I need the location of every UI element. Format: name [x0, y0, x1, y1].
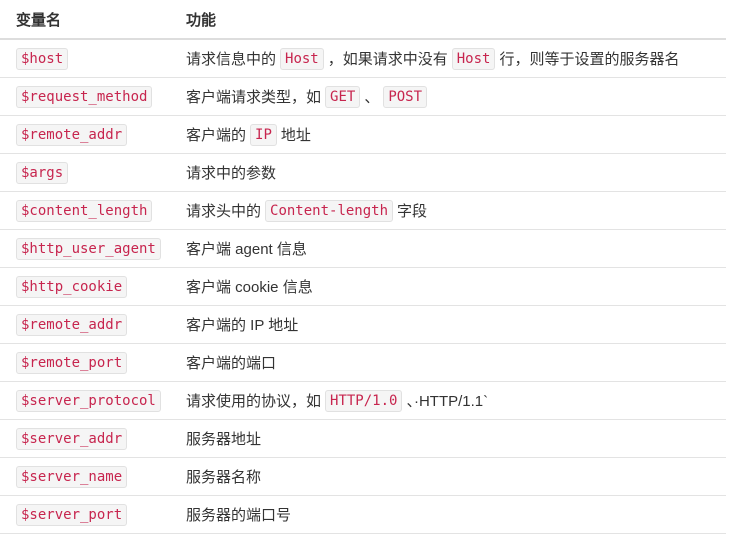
description-cell: 客户端 agent 信息 — [186, 238, 726, 259]
description-text: 客户端的 — [186, 127, 247, 144]
table-row: $server_addr 服务器地址 — [0, 420, 726, 458]
variable-code: $server_port — [16, 503, 128, 526]
variable-cell: $server_name — [0, 465, 186, 488]
description-cell: 请求头中的 Content-length 字段 — [186, 199, 726, 222]
description-cell: 请求信息中的 Host ，如果请求中没有 Host 行，则等于设置的服务器名 — [186, 47, 726, 70]
description-text: 服务器的端口号 — [186, 507, 292, 524]
table-row: $http_user_agent 客户端 agent 信息 — [0, 230, 726, 268]
variable-code: $http_user_agent — [16, 237, 161, 260]
variable-cell: $server_protocol — [0, 389, 186, 412]
variable-cell: $remote_addr — [0, 313, 186, 336]
variable-code: $request_method — [16, 85, 153, 108]
inline-code: Content-length — [265, 199, 394, 222]
description-cell: 客户端的 IP 地址 — [186, 123, 726, 146]
description-text: 客户端请求类型，如 — [186, 89, 322, 106]
header-variable-name: 变量名 — [16, 11, 62, 29]
variable-cell: $server_addr — [0, 427, 186, 450]
inline-code: Host — [451, 47, 496, 70]
variable-cell: $server_port — [0, 503, 186, 526]
header-function: 功能 — [186, 11, 217, 29]
table-header: 变量名 功能 — [0, 0, 726, 40]
description-text: 请求信息中的 — [186, 51, 277, 68]
description-cell: 客户端 cookie 信息 — [186, 276, 726, 297]
description-text: 客户端 cookie 信息 — [186, 279, 313, 296]
variable-cell: $host — [0, 47, 186, 70]
inline-code: Host — [280, 47, 324, 70]
description-text: 字段 — [397, 203, 428, 220]
description-cell: 请求中的参数 — [186, 162, 726, 183]
variable-cell: $request_method — [0, 85, 186, 108]
table-row: $args 请求中的参数 — [0, 154, 726, 192]
variable-cell: $remote_port — [0, 351, 186, 374]
inline-code: IP — [250, 123, 277, 146]
variable-code: $host — [16, 47, 69, 70]
table-row: $remote_addr 客户端的 IP 地址 — [0, 116, 726, 154]
variable-code: $server_name — [16, 465, 128, 488]
table-row: $remote_port 客户端的端口 — [0, 344, 726, 382]
description-cell: 客户端请求类型，如 GET、 POST — [186, 85, 726, 108]
variable-code: $http_cookie — [16, 275, 128, 298]
description-cell: 客户端的端口 — [186, 352, 726, 373]
variable-code: $remote_addr — [16, 123, 128, 146]
variable-cell: $remote_addr — [0, 123, 186, 146]
variable-cell: $content_length — [0, 199, 186, 222]
variable-cell: $http_user_agent — [0, 237, 186, 260]
variable-code: $remote_addr — [16, 313, 128, 336]
description-text: 请求头中的 — [186, 203, 262, 220]
table-body: $host 请求信息中的 Host ，如果请求中没有 Host 行，则等于设置的服务器名 $… — [0, 40, 726, 534]
description-text: 请求中的参数 — [186, 165, 277, 182]
variable-code: $server_protocol — [16, 389, 161, 412]
description-text: 地址 — [280, 127, 311, 144]
table-row: $remote_addr 客户端的 IP 地址 — [0, 306, 726, 344]
description-text: 请求使用的协议，如 — [186, 393, 322, 410]
variable-code: $remote_port — [16, 351, 128, 374]
table-row: $content_length 请求头中的 Content-length 字段 — [0, 192, 726, 230]
table-row: $host 请求信息中的 Host ，如果请求中没有 Host 行，则等于设置的服务器名 — [0, 40, 726, 78]
table-row: $request_method 客户端请求类型，如 GET、 POST — [0, 78, 726, 116]
description-text: 客户端 agent 信息 — [186, 241, 307, 258]
description-text: ，如果请求中没有 — [327, 51, 448, 68]
variable-cell: $args — [0, 161, 186, 184]
variable-code: $content_length — [16, 199, 153, 222]
description-cell: 请求使用的协议，如 HTTP/1.0 、·HTTP/1.1` — [186, 389, 726, 412]
variable-code: $args — [16, 161, 69, 184]
description-cell: 服务器的端口号 — [186, 504, 726, 525]
description-text: 、·HTTP/1.1` — [406, 393, 489, 410]
inline-code: HTTP/1.0 — [325, 389, 403, 412]
description-text: 客户端的端口 — [186, 355, 277, 372]
description-text: 服务器地址 — [186, 431, 262, 448]
inline-code: GET — [325, 85, 361, 108]
variable-code: $server_addr — [16, 427, 128, 450]
inline-code: POST — [383, 85, 428, 108]
table-row: $server_name 服务器名称 — [0, 458, 726, 496]
table-row: $http_cookie 客户端 cookie 信息 — [0, 268, 726, 306]
table-row: $server_protocol 请求使用的协议，如 HTTP/1.0 、·HTTP/… — [0, 382, 726, 420]
description-text: 行，则等于设置的服务器名 — [499, 51, 680, 68]
description-text: 服务器名称 — [186, 469, 262, 486]
table-row: $server_port 服务器的端口号 — [0, 496, 726, 534]
description-cell: 服务器名称 — [186, 466, 726, 487]
description-cell: 客户端的 IP 地址 — [186, 314, 726, 335]
variable-cell: $http_cookie — [0, 275, 186, 298]
description-text: 客户端的 IP 地址 — [186, 317, 299, 334]
description-cell: 服务器地址 — [186, 428, 726, 449]
nginx-variables-table: 变量名 功能 $host 请求信息中的 Host ，如果请求中没有 Host 行，则等于设… — [0, 0, 726, 534]
description-text: 、 — [364, 89, 380, 106]
